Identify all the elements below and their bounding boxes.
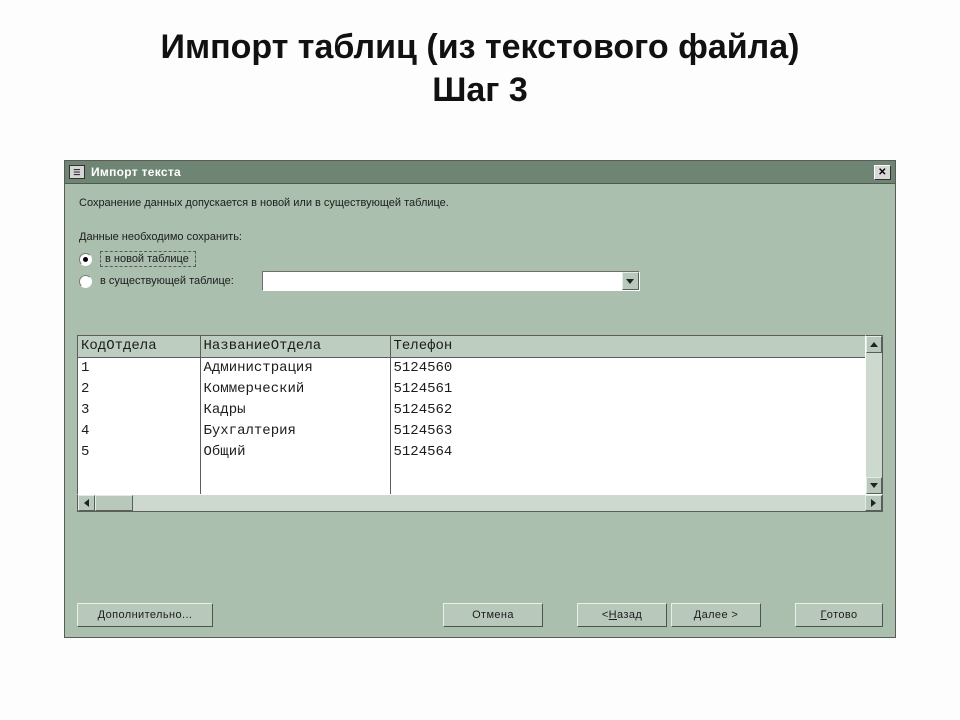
- back-button-accel: Н: [609, 609, 617, 621]
- cancel-button[interactable]: Отмена: [443, 603, 543, 627]
- horizontal-scrollbar[interactable]: [77, 495, 883, 512]
- back-button-pre: <: [602, 609, 609, 621]
- dialog-title: Импорт текста: [91, 165, 181, 179]
- table-cell: 5124562: [390, 400, 865, 421]
- table-cell: 3: [78, 400, 200, 421]
- table-cell: Бухгалтерия: [200, 421, 390, 442]
- chevron-right-icon: [871, 499, 876, 507]
- combo-dropdown-button[interactable]: [622, 272, 639, 290]
- table-cell: 5124560: [390, 358, 865, 380]
- table-cell: 4: [78, 421, 200, 442]
- finish-button-post: отово: [827, 609, 858, 621]
- vertical-scrollbar[interactable]: [866, 335, 883, 495]
- table-cell: Общий: [200, 442, 390, 463]
- hscroll-thumb[interactable]: [95, 495, 133, 511]
- table-cell: 5: [78, 442, 200, 463]
- close-button[interactable]: ✕: [874, 165, 891, 180]
- table-cell: 5124561: [390, 379, 865, 400]
- table-row: 4Бухгалтерия5124563: [78, 421, 865, 442]
- existing-table-combo[interactable]: [262, 271, 640, 291]
- wizard-icon: ☰: [69, 165, 85, 179]
- table-cell: 1: [78, 358, 200, 380]
- advanced-button[interactable]: Дополнительно...: [77, 603, 213, 627]
- table-cell: 5124564: [390, 442, 865, 463]
- finish-button[interactable]: Готово: [795, 603, 883, 627]
- table-cell: 2: [78, 379, 200, 400]
- table-row: 2Коммерческий5124561: [78, 379, 865, 400]
- scroll-right-button[interactable]: [865, 495, 882, 511]
- chevron-down-icon: [626, 279, 634, 284]
- radio-dot-icon: [83, 257, 88, 262]
- radio-new-table[interactable]: [79, 253, 92, 266]
- table-cell: 5124563: [390, 421, 865, 442]
- slide-title: Импорт таблиц (из текстового файла) Шаг …: [0, 26, 960, 111]
- slide-title-line2: Шаг 3: [432, 71, 528, 109]
- column-header: КодОтдела: [78, 336, 200, 358]
- table-row: 5Общий5124564: [78, 442, 865, 463]
- back-button-post: азад: [617, 609, 642, 621]
- scroll-down-button[interactable]: [866, 477, 882, 494]
- dialog-titlebar: ☰ Импорт текста ✕: [65, 161, 895, 184]
- cancel-button-label: Отмена: [472, 609, 514, 621]
- import-text-dialog: ☰ Импорт текста ✕ Сохранение данных допу…: [64, 160, 896, 638]
- column-header: Телефон: [390, 336, 865, 358]
- table-row: 3Кадры5124562: [78, 400, 865, 421]
- table-cell: Администрация: [200, 358, 390, 380]
- combo-field[interactable]: [263, 272, 622, 290]
- scroll-up-button[interactable]: [866, 336, 882, 353]
- intro-text: Сохранение данных допускается в новой ил…: [79, 197, 883, 209]
- slide-title-line1: Импорт таблиц (из текстового файла): [161, 28, 800, 66]
- chevron-up-icon: [870, 342, 878, 347]
- preview-grid: КодОтделаНазваниеОтделаТелефон 1Админист…: [77, 335, 866, 495]
- radio-new-table-label: в новой таблице: [100, 251, 196, 267]
- next-button[interactable]: Далее >: [671, 603, 761, 627]
- close-icon: ✕: [878, 167, 887, 178]
- back-button[interactable]: < Назад: [577, 603, 667, 627]
- next-button-post: алее >: [702, 609, 739, 621]
- table-cell: Коммерческий: [200, 379, 390, 400]
- vscroll-track[interactable]: [866, 353, 882, 477]
- column-header: НазваниеОтдела: [200, 336, 390, 358]
- next-button-accel: Д: [694, 609, 702, 621]
- radio-existing-table[interactable]: [79, 275, 92, 288]
- chevron-left-icon: [84, 499, 89, 507]
- radio-existing-table-label: в существующей таблице:: [100, 275, 234, 287]
- hscroll-track[interactable]: [133, 495, 865, 511]
- chevron-down-icon: [870, 483, 878, 488]
- save-prompt: Данные необходимо сохранить:: [79, 231, 883, 243]
- table-row: 1Администрация5124560: [78, 358, 865, 380]
- advanced-button-label: Дополнительно...: [98, 609, 193, 621]
- table-cell: Кадры: [200, 400, 390, 421]
- scroll-left-button[interactable]: [78, 495, 95, 511]
